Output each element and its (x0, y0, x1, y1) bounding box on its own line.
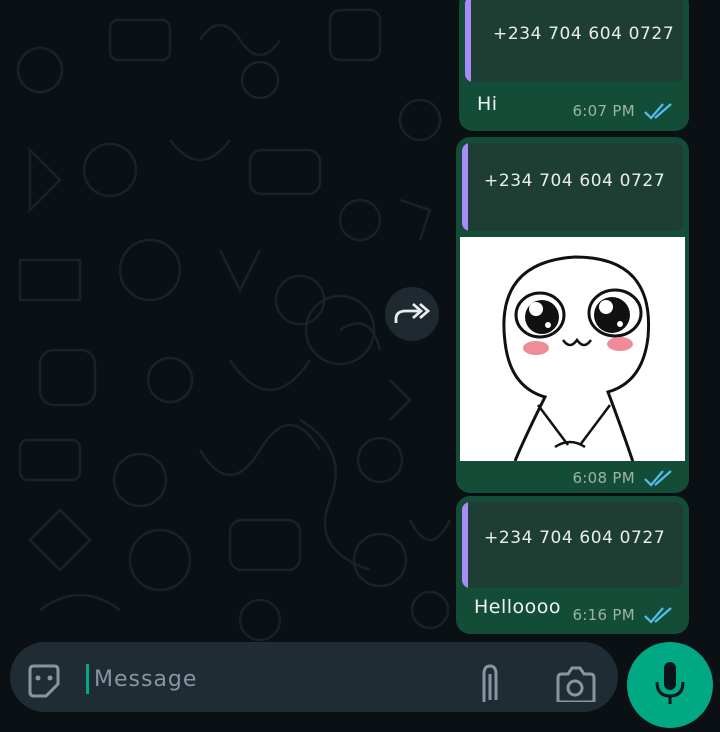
message-input[interactable] (92, 658, 456, 700)
message-bubble[interactable]: +234 704 604 0727 Helloooo 6:16 PM (456, 496, 689, 634)
message-bubble[interactable]: +234 704 604 0727 6:08 PM (456, 137, 689, 493)
message-composer (10, 642, 618, 712)
message-meta: 6:08 PM (572, 469, 675, 487)
quoted-phone-number: +234 704 604 0727 (493, 24, 675, 44)
message-time: 6:08 PM (572, 469, 635, 487)
quoted-message[interactable]: +234 704 604 0727 (465, 0, 683, 82)
double-check-icon (644, 470, 672, 487)
message-bubble[interactable]: +234 704 604 0727 Hi 6:07 PM (459, 0, 689, 131)
cute-face-sticker-image (502, 255, 651, 461)
quoted-phone-number: +234 704 604 0727 (484, 528, 666, 548)
message-time: 6:16 PM (572, 606, 635, 624)
sticker-emoji-icon[interactable] (24, 662, 64, 702)
double-check-icon (644, 103, 672, 120)
message-time: 6:07 PM (572, 102, 635, 120)
double-check-icon (644, 607, 672, 624)
forward-icon (394, 302, 431, 323)
message-meta: 6:07 PM (572, 102, 675, 120)
message-text: Helloooo (474, 596, 562, 618)
quoted-message[interactable]: +234 704 604 0727 (462, 143, 683, 231)
mic-icon (655, 662, 685, 704)
cute-face-sticker[interactable] (460, 237, 685, 461)
message-meta: 6:16 PM (572, 606, 675, 624)
forward-button[interactable] (385, 287, 439, 341)
quoted-message[interactable]: +234 704 604 0727 (462, 502, 683, 588)
quote-accent-bar (465, 0, 471, 82)
paperclip-icon[interactable] (474, 662, 506, 702)
quoted-phone-number: +234 704 604 0727 (484, 171, 666, 191)
camera-icon[interactable] (554, 664, 596, 702)
text-cursor (86, 664, 89, 694)
voice-record-button[interactable] (627, 642, 713, 728)
message-text: Hi (477, 93, 498, 115)
quote-accent-bar (462, 143, 468, 231)
quote-accent-bar (462, 502, 468, 588)
